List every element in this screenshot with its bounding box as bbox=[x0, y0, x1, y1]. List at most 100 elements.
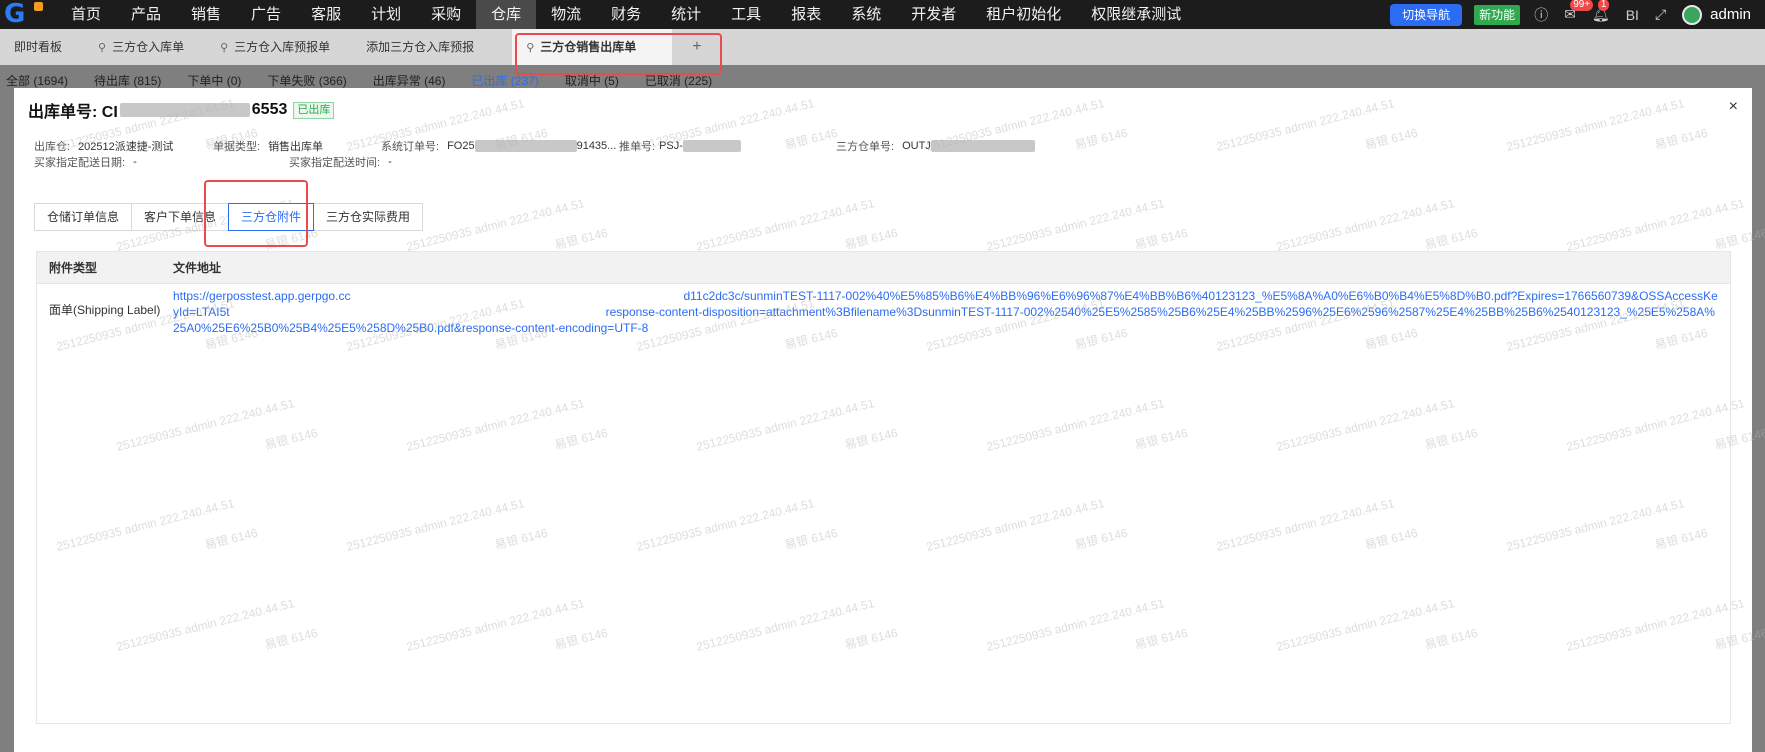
status-filter-row: 全部 (1694) 待出库 (815) 下单中 (0) 下单失败 (366) 出库异常 … bbox=[0, 72, 1765, 88]
watermark-text: 25122509​35 admin 222.240.44.51 bbox=[1215, 96, 1396, 154]
status-filter-item[interactable]: 已取消 (225) bbox=[645, 72, 712, 88]
status-filter-item[interactable]: 取消中 (5) bbox=[565, 72, 619, 88]
column-header-url: 文件地址 bbox=[173, 261, 222, 275]
nav-item[interactable]: 租户初始化 bbox=[971, 0, 1076, 29]
nav-item[interactable]: 销售 bbox=[176, 0, 236, 29]
nav-item[interactable]: 报表 bbox=[776, 0, 836, 29]
meta-3pl-no: 三方仓单号: OUTJ bbox=[836, 138, 1035, 154]
highlight-box-attachment-tab bbox=[204, 180, 308, 247]
table-header: 附件类型 文件地址 bbox=[37, 252, 1730, 284]
close-icon[interactable]: × bbox=[1729, 98, 1738, 116]
outbound-detail-modal: 出库单号: CI 6553 已出库 × 出库仓: 202512派速捷-测试 单据… bbox=[14, 88, 1765, 752]
nav-item[interactable]: 采购 bbox=[416, 0, 476, 29]
watermark-text: 25122509​35 admin 222.240.44.51 bbox=[1505, 96, 1686, 154]
watermark-text: 25122509​35 admin 222.240.44.51 bbox=[1565, 196, 1746, 254]
meta-label: 推单号: bbox=[619, 141, 656, 153]
watermark-text: 25122509​35 admin 222.240.44.51 bbox=[985, 196, 1166, 254]
file-url-part[interactable]: response-content-disposition=attachment%… bbox=[173, 305, 1715, 335]
pin-icon[interactable]: ⚲ bbox=[220, 42, 228, 54]
meta-doc-type: 单据类型: 销售出库单 bbox=[213, 138, 323, 154]
nav-item[interactable]: 财务 bbox=[596, 0, 656, 29]
nav-item[interactable]: 客服 bbox=[296, 0, 356, 29]
new-feature-button[interactable]: 新功能 bbox=[1474, 4, 1521, 25]
status-filter-item[interactable]: 下单失败 (366) bbox=[267, 72, 346, 88]
meta-label: 买家指定配送时间: bbox=[289, 157, 381, 169]
tab-label: 三方仓入库预报单 bbox=[234, 40, 331, 54]
meta-value: FO25 bbox=[447, 140, 475, 152]
meta-delivery-time: 买家指定配送时间: - bbox=[289, 154, 392, 170]
meta-label: 出库仓: bbox=[34, 141, 71, 153]
watermark-text: 易银 6146 bbox=[843, 225, 900, 253]
nav-item[interactable]: 开发者 bbox=[896, 0, 971, 29]
status-filter-item[interactable]: 出库异常 (46) bbox=[373, 72, 446, 88]
nav-item[interactable]: 首页 bbox=[56, 0, 116, 29]
detail-subtab[interactable]: 仓储订单信息 bbox=[34, 203, 133, 231]
nav-item[interactable]: 仓库 bbox=[476, 0, 537, 29]
bell-badge: 1 bbox=[1597, 0, 1610, 11]
status-badge: 已出库 bbox=[293, 101, 335, 119]
nav-right-tools: 切换导航 新功能 ⓘ ✉ 99+ 🔔︎ 1 BI ⤢ admin bbox=[1390, 0, 1765, 29]
user-name[interactable]: admin bbox=[1710, 6, 1751, 23]
attachment-table: 附件类型 文件地址 面单(Shipping Label) https://ger… bbox=[36, 251, 1731, 724]
modal-title-suffix: 6553 bbox=[251, 101, 288, 118]
fullscreen-icon[interactable]: ⤢ bbox=[1655, 6, 1666, 23]
status-filter-item[interactable]: 全部 (1694) bbox=[6, 72, 68, 88]
meta-value: - bbox=[388, 156, 392, 168]
bi-link[interactable]: BI bbox=[1626, 7, 1639, 23]
nav-item[interactable]: 工具 bbox=[716, 0, 776, 29]
file-url-link[interactable]: https://gerposstest.app.gerpgo.cc d11c2dc… bbox=[173, 288, 1718, 336]
highlight-box-active-tab bbox=[515, 33, 722, 75]
avatar[interactable] bbox=[1682, 4, 1703, 25]
meta-value: 202512派速捷-测试 bbox=[78, 141, 174, 153]
tab-item[interactable]: ⚲ 三方仓入库单 bbox=[84, 29, 206, 65]
status-filter-item[interactable]: 待出库 (815) bbox=[94, 72, 161, 88]
watermark-text: 易银 6146 bbox=[1133, 225, 1190, 253]
meta-value: OUTJ bbox=[902, 140, 931, 152]
nav-item[interactable]: 广告 bbox=[236, 0, 296, 29]
help-icon[interactable]: ⓘ bbox=[1534, 5, 1548, 25]
meta-label: 单据类型: bbox=[213, 141, 261, 153]
status-filter-item[interactable]: 下单中 (0) bbox=[187, 72, 241, 88]
tab-item[interactable]: 添加三方仓入库预报 bbox=[352, 29, 496, 65]
mail-icon[interactable]: ✉ 99+ bbox=[1564, 0, 1594, 23]
nav-item[interactable]: 物流 bbox=[536, 0, 596, 29]
tab-item[interactable]: 即时看板 bbox=[0, 29, 84, 65]
redacted-block bbox=[119, 103, 250, 117]
meta-label: 买家指定配送日期: bbox=[34, 157, 126, 169]
tab-label: 即时看板 bbox=[14, 40, 63, 54]
meta-value: - bbox=[133, 156, 137, 168]
meta-value: 91435... bbox=[576, 140, 617, 152]
redacted-block bbox=[682, 140, 741, 152]
modal-title-prefix: 出库单号: CI bbox=[28, 104, 118, 121]
meta-value: 销售出库单 bbox=[268, 141, 324, 153]
watermark-text: 25122509​35 admin 222.240.44.51 bbox=[405, 196, 586, 254]
watermark-text: 易银 6146 bbox=[1073, 125, 1130, 153]
watermark-text: 易银 6146 bbox=[553, 225, 610, 253]
redacted-block bbox=[930, 140, 1035, 152]
tab-item[interactable]: ⚲ 三方仓入库预报单 bbox=[206, 29, 352, 65]
meta-delivery-date: 买家指定配送日期: - bbox=[34, 154, 137, 170]
main-menu: 首页 产品 销售 广告 客服 计划 采购 仓库 物流 财务 统计 工具 报表 系统 开发者 租户初始化 权限继承… bbox=[56, 0, 1196, 29]
mail-badge: 99+ bbox=[1570, 0, 1594, 11]
watermark-text: 25122509​35 admin 222.240.44.51 bbox=[1275, 196, 1456, 254]
status-filter-item[interactable]: 已出库 (237) bbox=[471, 72, 538, 88]
nav-item[interactable]: 系统 bbox=[836, 0, 896, 29]
nav-item[interactable]: 权限继承测试 bbox=[1076, 0, 1196, 29]
app-logo[interactable]: G bbox=[0, 0, 56, 29]
watermark-text: 易银 6146 bbox=[1713, 225, 1765, 253]
meta-value: PSJ- bbox=[659, 140, 683, 152]
tab-label: 三方仓入库单 bbox=[112, 40, 185, 54]
bell-icon[interactable]: 🔔︎ 1 bbox=[1592, 0, 1610, 23]
watermark-text: 25122509​35 admin 222.240.44.51 bbox=[695, 196, 876, 254]
pin-icon[interactable]: ⚲ bbox=[98, 42, 106, 54]
tab-label: 添加三方仓入库预报 bbox=[366, 40, 475, 54]
file-url-part[interactable]: https://gerposstest.app.gerpgo.cc bbox=[173, 289, 350, 303]
watermark-text: 易银 6146 bbox=[1423, 225, 1480, 253]
detail-subtab[interactable]: 三方仓实际费用 bbox=[313, 203, 424, 231]
table-row: 面单(Shipping Label) https://gerposstest.a… bbox=[37, 284, 1730, 336]
meta-push-no: 推单号: PSJ- bbox=[619, 138, 741, 154]
nav-item[interactable]: 统计 bbox=[656, 0, 716, 29]
nav-item[interactable]: 计划 bbox=[356, 0, 416, 29]
nav-item[interactable]: 产品 bbox=[116, 0, 176, 29]
switch-nav-button[interactable]: 切换导航 bbox=[1390, 3, 1463, 26]
